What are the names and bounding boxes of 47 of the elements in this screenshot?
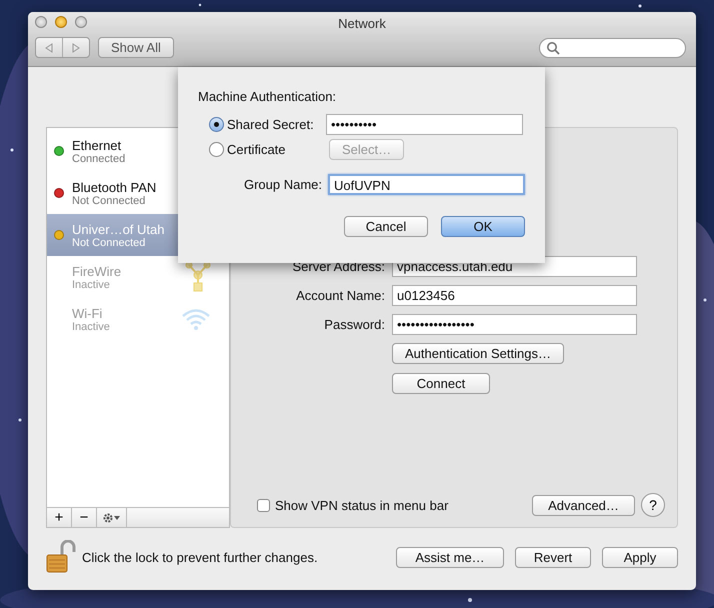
service-status: Inactive [72,320,110,332]
minimize-button[interactable] [55,16,67,28]
service-status: Not Connected [72,194,146,206]
service-name: FireWire [72,264,122,278]
sidebar-button[interactable]: − [72,508,97,527]
radio-label: Certificate [227,142,287,157]
right-triangle-icon [71,42,81,52]
text-field[interactable]: ••••••••••••••••• [392,314,637,335]
window-title: Network [338,16,386,31]
zoom-button[interactable] [75,16,87,28]
field-label: Group Name: [244,177,322,192]
radio-button[interactable] [209,117,224,132]
service-status: Not Connected [72,236,146,248]
radio-label: Shared Secret: [227,117,315,132]
left-triangle-icon [44,42,54,52]
sidebar-button[interactable]: + [47,508,72,527]
lock-message: Click the lock to prevent further changes. [82,550,318,564]
sheet-button[interactable]: OK [441,216,525,237]
panel-button[interactable]: Connect [392,373,490,394]
service-status: Connected [72,152,126,164]
help-button[interactable]: ? [641,493,665,517]
service-name: Wi-Fi [72,306,104,320]
advanced-button[interactable]: Advanced… [532,494,635,516]
checkbox[interactable] [257,498,270,512]
service-name: Univer…of Utah [72,222,164,236]
close-button[interactable] [35,16,47,28]
footer-button[interactable]: Assist me… [396,546,504,568]
gear-icon [102,512,122,524]
group-name-field[interactable]: UofUVPN [328,174,525,195]
service-name: Bluetooth PAN [72,180,156,194]
footer-button[interactable]: Apply [602,546,678,568]
show-all-button[interactable]: Show All [98,37,174,58]
search-icon [546,40,560,54]
sheet-heading: Machine Authentication: [198,89,338,104]
sheet-button[interactable]: Cancel [344,216,428,237]
field-label: Password: [323,317,385,332]
text-field[interactable]: u0123456 [392,285,637,306]
unlocked-padlock-icon [46,540,76,574]
wifi-icon [181,307,211,331]
panel-button[interactable]: Authentication Settings… [392,343,564,364]
footer-button[interactable]: Revert [515,546,591,568]
field-label: Account Name: [295,288,385,303]
search-field[interactable] [539,38,686,58]
service-status: Inactive [72,278,111,290]
service-name: Ethernet [72,138,122,152]
secret-field[interactable]: •••••••••• [326,114,523,135]
checkbox-label: Show VPN status in menu bar [275,498,448,512]
